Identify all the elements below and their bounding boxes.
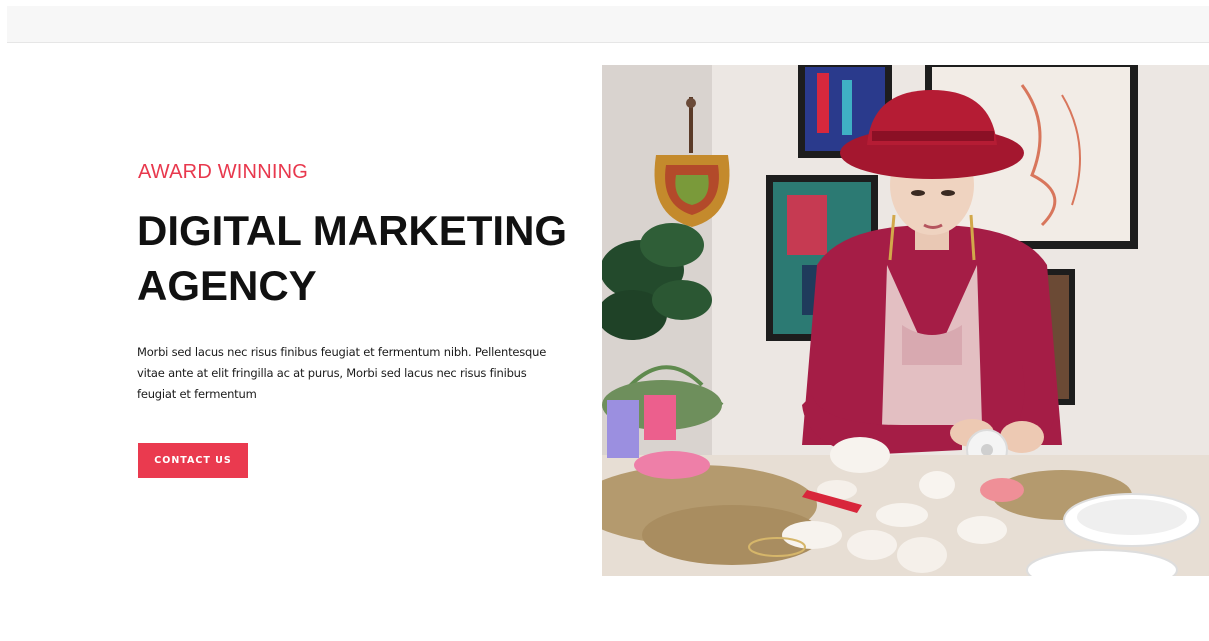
hero-headline: DIGITAL MARKETING AGENCY xyxy=(137,203,587,313)
contact-us-button[interactable]: CONTACT US xyxy=(138,443,248,478)
hero-section: AWARD WINNING DIGITAL MARKETING AGENCY M… xyxy=(0,43,1209,641)
hero-description: Morbi sed lacus nec risus finibus feugia… xyxy=(137,345,547,401)
hero-headline-line-2: AGENCY xyxy=(137,262,317,309)
hero-headline-line-1: DIGITAL MARKETING xyxy=(137,207,568,254)
top-navbar xyxy=(7,6,1209,43)
hero-eyebrow: AWARD WINNING xyxy=(138,161,308,183)
hero-photo-illustration xyxy=(602,65,1209,576)
hero-image xyxy=(602,65,1209,576)
